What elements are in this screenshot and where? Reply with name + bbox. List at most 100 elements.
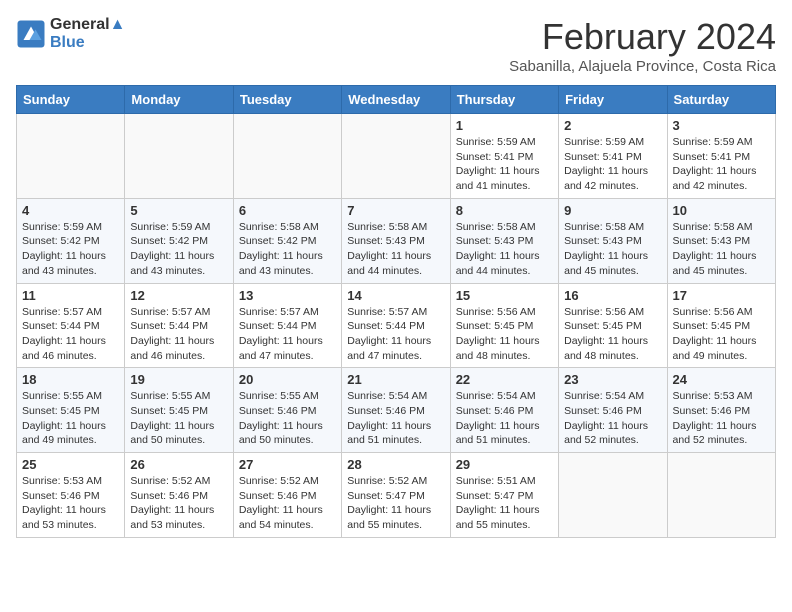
day-number: 27 [239,457,336,472]
day-info: Sunrise: 5:56 AM Sunset: 5:45 PM Dayligh… [456,305,553,364]
calendar-title: February 2024 [509,16,776,58]
day-number: 13 [239,288,336,303]
day-info: Sunrise: 5:58 AM Sunset: 5:43 PM Dayligh… [456,220,553,279]
calendar-cell: 19 Sunrise: 5:55 AM Sunset: 5:45 PM Dayli… [125,368,233,453]
day-info: Sunrise: 5:55 AM Sunset: 5:45 PM Dayligh… [22,389,119,448]
calendar-cell [559,453,667,538]
day-number: 7 [347,203,444,218]
day-info: Sunrise: 5:54 AM Sunset: 5:46 PM Dayligh… [347,389,444,448]
day-info: Sunrise: 5:57 AM Sunset: 5:44 PM Dayligh… [22,305,119,364]
weekday-header-wednesday: Wednesday [342,86,450,114]
day-number: 11 [22,288,119,303]
day-number: 5 [130,203,227,218]
calendar-cell [233,114,341,199]
calendar-cell: 15 Sunrise: 5:56 AM Sunset: 5:45 PM Dayli… [450,283,558,368]
day-info: Sunrise: 5:58 AM Sunset: 5:43 PM Dayligh… [564,220,661,279]
day-number: 20 [239,372,336,387]
calendar-cell: 16Sunrise: 5:56 AM Sunset: 5:45 PM Dayli… [559,283,667,368]
day-number: 22 [456,372,553,387]
calendar-cell: 26 Sunrise: 5:52 AM Sunset: 5:46 PM Dayli… [125,453,233,538]
weekday-header-monday: Monday [125,86,233,114]
day-number: 21 [347,372,444,387]
day-info: Sunrise: 5:56 AM Sunset: 5:45 PM Dayligh… [673,305,770,364]
calendar-cell: 3 Sunrise: 5:59 AM Sunset: 5:41 PM Daylig… [667,114,775,199]
calendar-week-row: 18 Sunrise: 5:55 AM Sunset: 5:45 PM Dayli… [17,368,776,453]
calendar-cell: 10 Sunrise: 5:58 AM Sunset: 5:43 PM Dayli… [667,198,775,283]
calendar-cell: 4 Sunrise: 5:59 AM Sunset: 5:42 PM Daylig… [17,198,125,283]
day-info: Sunrise: 5:59 AM Sunset: 5:41 PM Dayligh… [673,135,770,194]
calendar-cell: 13 Sunrise: 5:57 AM Sunset: 5:44 PM Dayli… [233,283,341,368]
calendar-cell: 21 Sunrise: 5:54 AM Sunset: 5:46 PM Dayli… [342,368,450,453]
day-info: Sunrise: 5:56 AM Sunset: 5:45 PM Dayligh… [564,305,661,364]
day-number: 6 [239,203,336,218]
calendar-cell [342,114,450,199]
day-number: 26 [130,457,227,472]
day-number: 10 [673,203,770,218]
calendar-cell: 20 Sunrise: 5:55 AM Sunset: 5:46 PM Dayli… [233,368,341,453]
calendar-cell: 11 Sunrise: 5:57 AM Sunset: 5:44 PM Dayli… [17,283,125,368]
day-info: Sunrise: 5:54 AM Sunset: 5:46 PM Dayligh… [456,389,553,448]
day-info: Sunrise: 5:59 AM Sunset: 5:41 PM Dayligh… [564,135,661,194]
calendar-cell: 1 Sunrise: 5:59 AM Sunset: 5:41 PM Daylig… [450,114,558,199]
day-info: Sunrise: 5:52 AM Sunset: 5:46 PM Dayligh… [239,474,336,533]
day-number: 29 [456,457,553,472]
calendar-week-row: 25Sunrise: 5:53 AM Sunset: 5:46 PM Dayli… [17,453,776,538]
calendar-cell [17,114,125,199]
day-number: 12 [130,288,227,303]
calendar-cell: 14 Sunrise: 5:57 AM Sunset: 5:44 PM Dayli… [342,283,450,368]
weekday-header-sunday: Sunday [17,86,125,114]
day-info: Sunrise: 5:57 AM Sunset: 5:44 PM Dayligh… [239,305,336,364]
day-info: Sunrise: 5:51 AM Sunset: 5:47 PM Dayligh… [456,474,553,533]
day-info: Sunrise: 5:54 AM Sunset: 5:46 PM Dayligh… [564,389,661,448]
day-number: 15 [456,288,553,303]
logo-icon [16,19,46,49]
day-number: 4 [22,203,119,218]
header: General▲ Blue February 2024 Sabanilla, A… [16,16,776,75]
day-number: 14 [347,288,444,303]
day-number: 28 [347,457,444,472]
day-info: Sunrise: 5:59 AM Sunset: 5:41 PM Dayligh… [456,135,553,194]
day-number: 17 [673,288,770,303]
day-info: Sunrise: 5:52 AM Sunset: 5:46 PM Dayligh… [130,474,227,533]
logo: General▲ Blue [16,16,125,52]
logo-text: General▲ Blue [50,16,125,52]
weekday-header-tuesday: Tuesday [233,86,341,114]
calendar-subtitle: Sabanilla, Alajuela Province, Costa Rica [509,58,776,75]
calendar-cell: 2Sunrise: 5:59 AM Sunset: 5:41 PM Daylig… [559,114,667,199]
calendar-cell: 18 Sunrise: 5:55 AM Sunset: 5:45 PM Dayli… [17,368,125,453]
day-info: Sunrise: 5:55 AM Sunset: 5:46 PM Dayligh… [239,389,336,448]
calendar-cell: 6 Sunrise: 5:58 AM Sunset: 5:42 PM Daylig… [233,198,341,283]
day-number: 25 [22,457,119,472]
calendar-cell: 25Sunrise: 5:53 AM Sunset: 5:46 PM Dayli… [17,453,125,538]
calendar-cell: 29 Sunrise: 5:51 AM Sunset: 5:47 PM Dayli… [450,453,558,538]
calendar-cell: 27 Sunrise: 5:52 AM Sunset: 5:46 PM Dayli… [233,453,341,538]
calendar-table: SundayMondayTuesdayWednesdayThursdayFrid… [16,85,776,538]
day-number: 24 [673,372,770,387]
day-number: 23 [564,372,661,387]
calendar-cell: 24 Sunrise: 5:53 AM Sunset: 5:46 PM Dayli… [667,368,775,453]
day-number: 1 [456,118,553,133]
day-number: 3 [673,118,770,133]
weekday-header-friday: Friday [559,86,667,114]
calendar-cell [667,453,775,538]
calendar-cell [125,114,233,199]
day-number: 9 [564,203,661,218]
day-number: 19 [130,372,227,387]
calendar-week-row: 11 Sunrise: 5:57 AM Sunset: 5:44 PM Dayli… [17,283,776,368]
calendar-cell: 8Sunrise: 5:58 AM Sunset: 5:43 PM Daylig… [450,198,558,283]
calendar-cell: 23 Sunrise: 5:54 AM Sunset: 5:46 PM Dayli… [559,368,667,453]
calendar-week-row: 4 Sunrise: 5:59 AM Sunset: 5:42 PM Daylig… [17,198,776,283]
calendar-cell: 22 Sunrise: 5:54 AM Sunset: 5:46 PM Dayli… [450,368,558,453]
day-info: Sunrise: 5:53 AM Sunset: 5:46 PM Dayligh… [673,389,770,448]
day-info: Sunrise: 5:55 AM Sunset: 5:45 PM Dayligh… [130,389,227,448]
day-info: Sunrise: 5:58 AM Sunset: 5:42 PM Dayligh… [239,220,336,279]
day-number: 18 [22,372,119,387]
day-info: Sunrise: 5:58 AM Sunset: 5:43 PM Dayligh… [673,220,770,279]
calendar-cell: 7Sunrise: 5:58 AM Sunset: 5:43 PM Daylig… [342,198,450,283]
weekday-header-thursday: Thursday [450,86,558,114]
day-info: Sunrise: 5:57 AM Sunset: 5:44 PM Dayligh… [347,305,444,364]
day-info: Sunrise: 5:59 AM Sunset: 5:42 PM Dayligh… [22,220,119,279]
title-area: February 2024 Sabanilla, Alajuela Provin… [509,16,776,75]
calendar-week-row: 1 Sunrise: 5:59 AM Sunset: 5:41 PM Daylig… [17,114,776,199]
calendar-cell: 12Sunrise: 5:57 AM Sunset: 5:44 PM Dayli… [125,283,233,368]
